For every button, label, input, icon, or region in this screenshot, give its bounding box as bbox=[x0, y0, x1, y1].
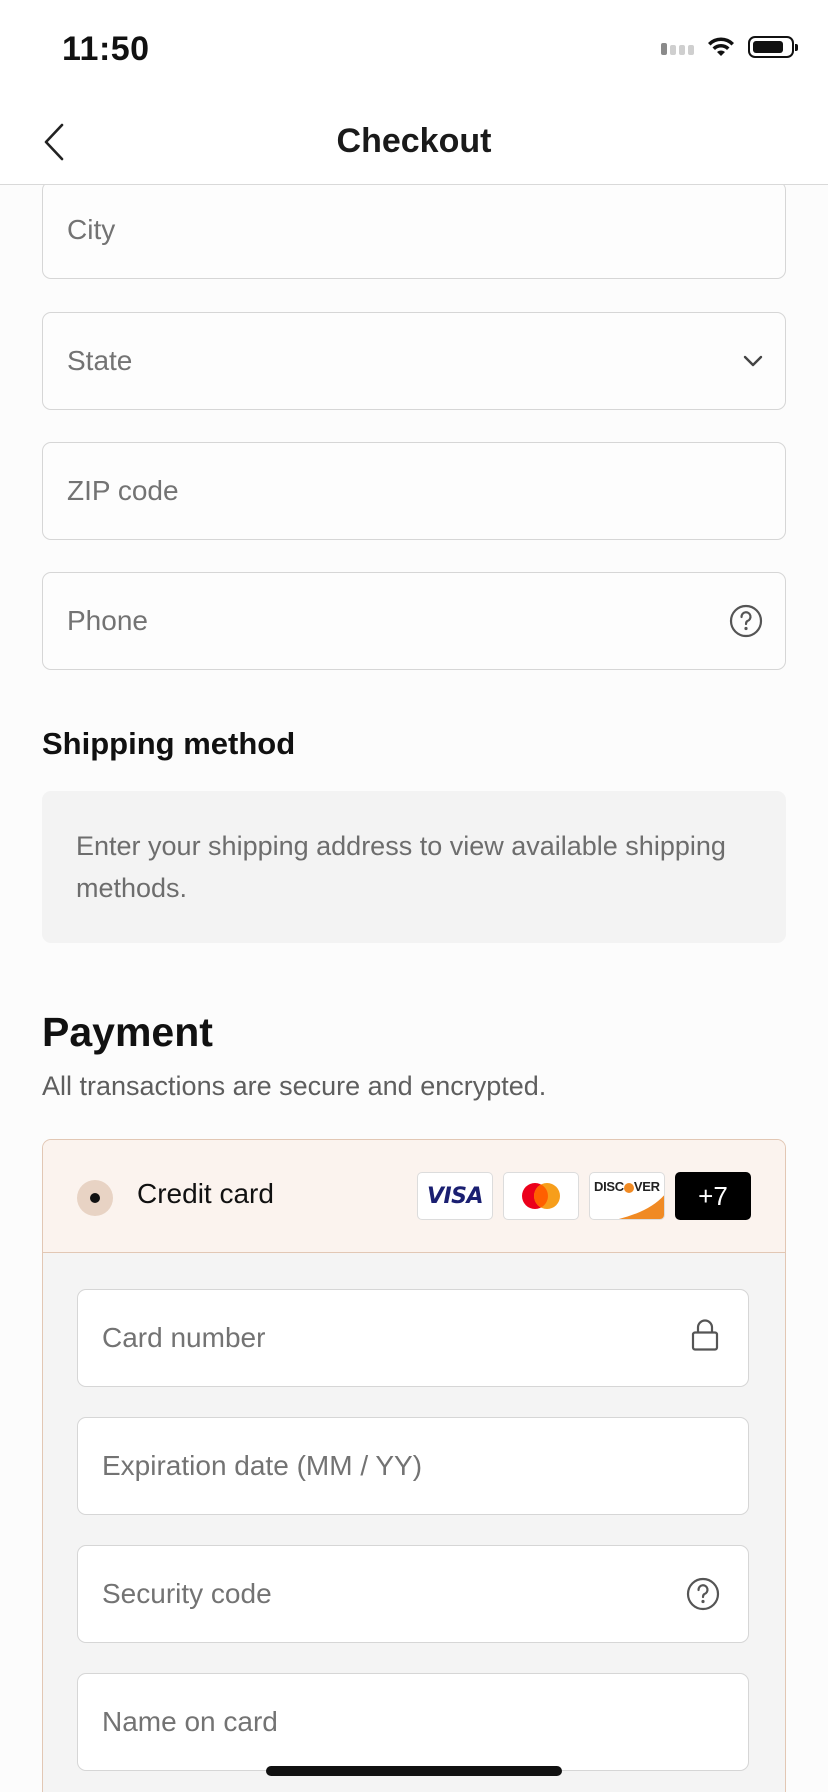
card-number-placeholder: Card number bbox=[102, 1322, 266, 1353]
name-on-card-field[interactable]: Name on card bbox=[77, 1673, 749, 1771]
payment-heading: Payment bbox=[42, 1009, 213, 1055]
city-placeholder: City bbox=[67, 214, 116, 245]
discover-logo-text: DISC VER bbox=[594, 1179, 660, 1194]
zip-code-placeholder: ZIP code bbox=[67, 475, 179, 506]
phone-help-button[interactable] bbox=[729, 604, 763, 638]
state-placeholder: State bbox=[67, 345, 133, 376]
cellular-signal-icon bbox=[661, 39, 694, 55]
checkout-content[interactable]: City State ZIP code Phone Shipping metho… bbox=[0, 185, 828, 1792]
state-select[interactable]: State bbox=[42, 312, 786, 410]
more-card-brands-badge: +7 bbox=[675, 1172, 751, 1220]
credit-card-label: Credit card bbox=[137, 1178, 274, 1209]
question-circle-icon bbox=[729, 604, 763, 638]
home-indicator[interactable] bbox=[266, 1766, 562, 1776]
wifi-icon bbox=[708, 37, 734, 56]
card-number-field[interactable]: Card number bbox=[77, 1289, 749, 1387]
name-on-card-placeholder: Name on card bbox=[102, 1706, 278, 1737]
battery-icon bbox=[748, 36, 798, 58]
status-bar: 11:50 bbox=[0, 0, 828, 100]
shipping-method-heading: Shipping method bbox=[42, 726, 296, 761]
payment-method-panel: Credit card VISA DISC VER +7 Card number… bbox=[42, 1139, 786, 1792]
phone-placeholder: Phone bbox=[67, 605, 148, 636]
payment-subtitle: All transactions are secure and encrypte… bbox=[42, 1071, 547, 1101]
nav-bar: Checkout bbox=[0, 100, 828, 185]
expiration-date-field[interactable]: Expiration date (MM / YY) bbox=[77, 1417, 749, 1515]
status-icons bbox=[661, 36, 798, 58]
expiration-date-placeholder: Expiration date (MM / YY) bbox=[102, 1450, 423, 1481]
shipping-method-notice: Enter your shipping address to view avai… bbox=[42, 791, 786, 943]
page-title: Checkout bbox=[336, 122, 492, 160]
phone-field[interactable]: Phone bbox=[42, 572, 786, 670]
lock-icon bbox=[691, 1319, 719, 1351]
credit-card-option[interactable]: Credit card VISA DISC VER +7 bbox=[43, 1140, 785, 1253]
question-circle-icon bbox=[686, 1577, 720, 1611]
discover-logo-icon: DISC VER bbox=[589, 1172, 665, 1220]
security-code-field[interactable]: Security code bbox=[77, 1545, 749, 1643]
zip-code-field[interactable]: ZIP code bbox=[42, 442, 786, 540]
status-time: 11:50 bbox=[62, 30, 150, 68]
security-code-placeholder: Security code bbox=[102, 1578, 272, 1609]
mastercard-logo-icon bbox=[503, 1172, 579, 1220]
chevron-down-icon bbox=[743, 355, 763, 367]
city-field[interactable]: City bbox=[42, 185, 786, 279]
visa-logo-text: VISA bbox=[426, 1183, 484, 1209]
credit-card-radio[interactable] bbox=[77, 1180, 113, 1216]
visa-logo-icon: VISA bbox=[417, 1172, 493, 1220]
security-code-help-button[interactable] bbox=[686, 1577, 720, 1611]
card-brand-logos: VISA DISC VER +7 bbox=[417, 1172, 751, 1220]
